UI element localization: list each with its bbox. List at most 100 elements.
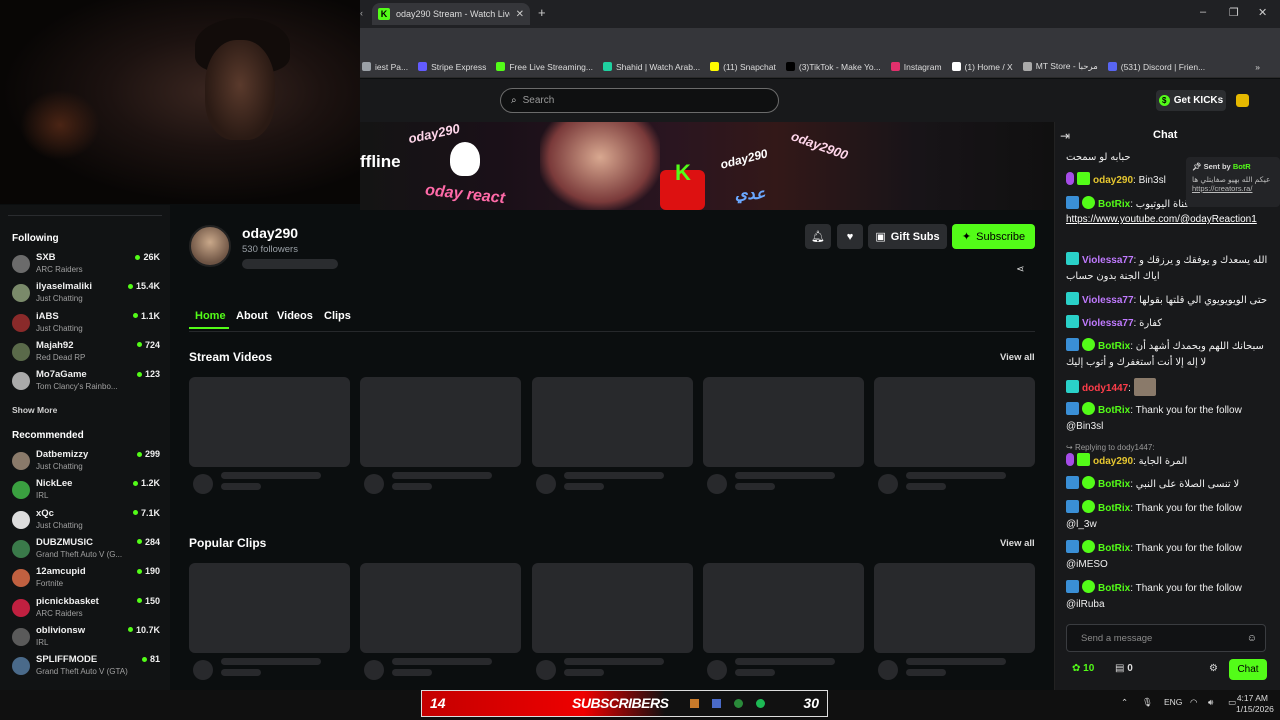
mic-icon[interactable]: 🎙︎ [1142, 697, 1153, 708]
chat-username[interactable]: BotRix [1098, 583, 1130, 594]
get-kicks-button[interactable]: $ Get KICKs [1156, 90, 1226, 111]
chat-message[interactable]: BotRix: Thank you for the follow @l_3w [1066, 500, 1272, 533]
clock[interactable]: 4:17 AM 1/15/2026 [1236, 693, 1274, 715]
chat-link[interactable]: https://www.youtube.com/@odayReaction1 [1066, 214, 1257, 225]
gift-subs-button[interactable]: ▣ Gift Subs [868, 224, 947, 249]
chat-username[interactable]: Violessa77 [1082, 255, 1134, 266]
gift-icon[interactable] [1236, 94, 1249, 107]
bookmark-item[interactable]: iest Pa... [362, 62, 408, 72]
chat-message[interactable]: oday290: المرة الجاية [1066, 453, 1272, 470]
bookmark-item[interactable]: (3)TikTok - Make Yo... [785, 62, 881, 72]
emoji-icon[interactable]: ☺ [1247, 633, 1257, 644]
sidebar-channel-item[interactable]: xQc Just Chatting 7.1K [12, 508, 160, 534]
browser-tab-active[interactable]: K oday290 Stream - Watch Live ✕ [372, 3, 530, 25]
maximize-icon[interactable]: ❐ [1229, 6, 1239, 19]
video-card-skeleton[interactable] [531, 563, 693, 653]
chat-message[interactable]: BotRix: Thank you for the follow @Bin3sl [1066, 402, 1272, 435]
video-card-skeleton[interactable] [189, 377, 350, 467]
search-input[interactable]: ⌕ Search [500, 88, 779, 113]
tray-chevron-icon[interactable]: ⌃ [1121, 697, 1128, 708]
sidebar-channel-item[interactable]: Datbemizzy Just Chatting 299 [12, 449, 160, 475]
sidebar-channel-item[interactable]: DUBZMUSIC Grand Theft Auto V (G... 284 [12, 537, 160, 563]
popular-clips-view-all-link[interactable]: View all [1000, 538, 1035, 549]
chat-username[interactable]: Violessa77 [1082, 295, 1134, 306]
tab-scroll-left-icon[interactable]: ‹ [360, 8, 363, 18]
kicks-balance[interactable]: ✿ 10 [1072, 663, 1094, 674]
window-close-icon[interactable]: ✕ [1258, 6, 1267, 19]
chat-username[interactable]: BotRix [1098, 543, 1130, 554]
sidebar-channel-item[interactable]: Mo7aGame Tom Clancy's Rainbo... 123 [12, 369, 160, 395]
chat-message[interactable]: Violessa77: كفارة [1066, 315, 1272, 332]
chat-username[interactable]: oday290 [1093, 456, 1133, 467]
chat-username[interactable]: Violessa77 [1082, 318, 1134, 329]
sidebar-channel-item[interactable]: NickLee IRL 1.2K [12, 478, 160, 504]
bookmark-item[interactable]: (11) Snapchat [710, 62, 776, 72]
video-card-skeleton[interactable] [874, 377, 1036, 467]
battery-icon[interactable]: ▭ [1228, 697, 1236, 708]
notification-bell-button[interactable]: 🔔︎ [805, 224, 831, 249]
chat-message[interactable]: BotRix: Thank you for the follow @iMESO [1066, 540, 1272, 573]
gift-balance[interactable]: ▤ 0 [1115, 663, 1133, 674]
video-card-skeleton[interactable] [874, 563, 1036, 653]
bookmark-item[interactable]: (1) Home / X [951, 62, 1013, 72]
sidebar-channel-item[interactable]: SPLIFFMODE Grand Theft Auto V (GTA) 81 [12, 654, 160, 680]
volume-icon[interactable]: 🔊︎ [1208, 697, 1213, 708]
chat-send-button[interactable]: Chat [1229, 659, 1267, 680]
sidebar-channel-item[interactable]: Majah92 Red Dead RP 724 [12, 340, 160, 366]
chat-text: سبحانك اللهم وبحمدك أشهد أن لا إله إلا أ… [1066, 341, 1264, 368]
chat-message[interactable]: BotRix: لا تنسى الصلاة على النبي [1066, 476, 1272, 493]
chat-message-input[interactable]: Send a message ☺ [1066, 624, 1266, 652]
chat-username[interactable]: BotRix [1098, 199, 1130, 210]
sidebar-channel-item[interactable]: ilyaselmaliki Just Chatting 15.4K [12, 281, 160, 307]
chat-message[interactable]: BotRix: Thank you for the follow @ilRuba [1066, 580, 1272, 613]
wifi-icon[interactable]: ◠ [1190, 697, 1197, 708]
video-card-skeleton[interactable] [360, 377, 522, 467]
bookmark-item[interactable]: Free Live Streaming... [496, 62, 593, 72]
chat-username[interactable]: BotRix [1098, 405, 1130, 416]
chat-message[interactable]: Violessa77: حتى الويويويوي الي قلتها بقو… [1066, 292, 1272, 309]
tab-about[interactable]: About [236, 310, 268, 322]
chat-message[interactable]: https://www.youtube.com/@odayReaction1 [1066, 212, 1272, 228]
tab-home[interactable]: Home [195, 310, 226, 322]
chat-settings-gear-icon[interactable]: ⚙ [1209, 663, 1218, 674]
bookmark-item[interactable]: Instagram [890, 62, 942, 72]
tab-close-icon[interactable]: ✕ [516, 9, 524, 20]
sidebar-channel-item[interactable]: picnickbasket ARC Raiders 150 [12, 596, 160, 622]
chat-message[interactable]: BotRix: سبحانك اللهم وبحمدك أشهد أن لا إ… [1066, 338, 1272, 371]
video-card-skeleton[interactable] [702, 563, 864, 653]
collapse-chat-icon[interactable]: ⇥ [1060, 129, 1070, 143]
sidebar-channel-item[interactable]: oblivionsw IRL 10.7K [12, 625, 160, 651]
bookmark-item[interactable]: MT Store - مرحبا [1022, 61, 1098, 72]
minimize-icon[interactable]: – [1200, 6, 1206, 18]
video-card-skeleton[interactable] [360, 563, 522, 653]
language-indicator[interactable]: ENG [1164, 697, 1182, 707]
sidebar-channel-item[interactable]: SXB ARC Raiders 26K [12, 252, 160, 278]
subscribe-button[interactable]: ✦ Subscribe [952, 224, 1035, 249]
pinned-message[interactable]: 📌︎ Sent by BotR عيكم الله بهيو صفايتلي ه… [1186, 157, 1280, 207]
share-icon[interactable]: ⋖ [1016, 264, 1024, 275]
sidebar-channel-item[interactable]: 12amcupid Fortnite 190 [12, 566, 160, 592]
stream-videos-view-all-link[interactable]: View all [1000, 352, 1035, 363]
show-more-link[interactable]: Show More [12, 405, 57, 415]
chat-username[interactable]: BotRix [1098, 341, 1130, 352]
chat-username[interactable]: BotRix [1098, 479, 1130, 490]
chat-message[interactable]: Violessa77: الله يسعدك و يوفقك و يرزقك و… [1066, 252, 1272, 285]
chat-username[interactable]: BotRix [1098, 503, 1130, 514]
bookmark-item[interactable]: (531) Discord | Frien... [1107, 62, 1205, 72]
channel-avatar[interactable] [189, 225, 231, 267]
chat-username[interactable]: dody1447 [1082, 383, 1128, 394]
video-card-skeleton[interactable] [189, 563, 350, 653]
chat-username[interactable]: oday290 [1093, 175, 1133, 186]
bookmark-item[interactable]: Stripe Express [418, 62, 486, 72]
sidebar-channel-item[interactable]: iABS Just Chatting 1.1K [12, 311, 160, 337]
video-card-skeleton[interactable] [531, 377, 693, 467]
follow-heart-button[interactable]: ♥ [837, 224, 863, 249]
bookmark-item[interactable]: Shahid | Watch Arab... [602, 62, 700, 72]
bookmarks-overflow-icon[interactable]: » [1255, 62, 1260, 72]
video-card-skeleton[interactable] [702, 377, 864, 467]
tab-clips[interactable]: Clips [324, 310, 351, 322]
chat-message[interactable]: dody1447: [1066, 378, 1272, 397]
pinned-link[interactable]: https://creators.ra/ [1192, 184, 1274, 193]
new-tab-button[interactable]: + [538, 5, 546, 20]
tab-videos[interactable]: Videos [277, 310, 313, 322]
